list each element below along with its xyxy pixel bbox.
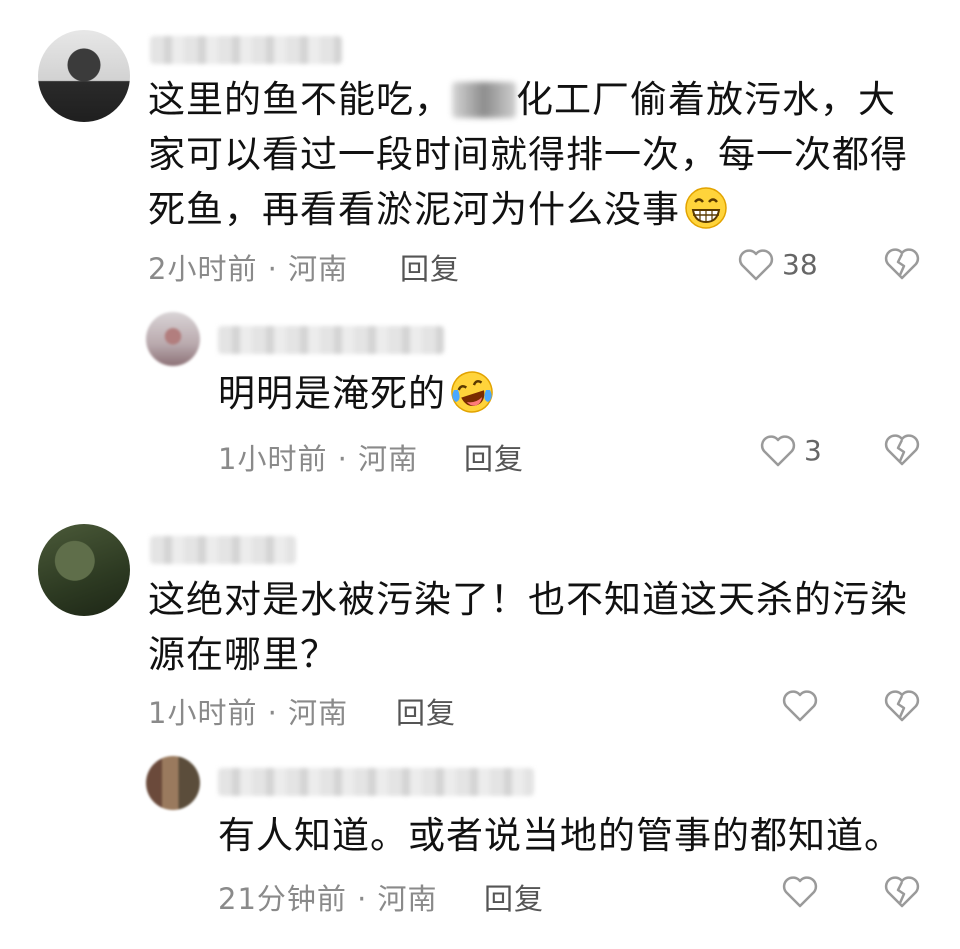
comment-2: 这绝对是水被污染了！也不知道这天杀的污染 源在哪里？ 1小时前 · 河南 回复	[0, 510, 960, 750]
like-count: 3	[804, 434, 822, 467]
grin-emoji	[685, 187, 727, 229]
comment-time-location: 1小时前 · 河南	[148, 696, 349, 730]
username-blurred[interactable]	[150, 536, 296, 564]
username-blurred[interactable]	[218, 768, 534, 796]
username-blurred[interactable]	[150, 36, 342, 64]
comment-text: 这里的鱼不能吃， 化工厂偷着放污水，大 家可以看过一段时间就得排一次，每一次都得 …	[148, 78, 908, 231]
like-button[interactable]: 38	[738, 248, 818, 281]
like-button[interactable]	[782, 876, 818, 908]
avatar[interactable]	[38, 524, 130, 616]
comment-1: 这里的鱼不能吃， 化工厂偷着放污水，大 家可以看过一段时间就得排一次，每一次都得 …	[0, 0, 960, 300]
comment-text: 这绝对是水被污染了！也不知道这天杀的污染 源在哪里？	[148, 578, 908, 676]
comment-time-location: 1小时前 · 河南	[218, 442, 419, 476]
like-button[interactable]: 3	[760, 434, 822, 467]
comment-text: 明明是淹死的	[218, 366, 918, 421]
comment-text: 有人知道。或者说当地的管事的都知道。	[218, 814, 902, 857]
broken-heart-icon[interactable]	[884, 690, 920, 722]
comment-time-location: 21分钟前 · 河南	[218, 882, 438, 916]
reply-comment-1: 明明是淹死的 1小时前 · 河南 回复 3	[0, 300, 960, 500]
heart-outline-icon	[782, 876, 818, 908]
avatar[interactable]	[146, 756, 200, 810]
like-count: 38	[782, 248, 818, 281]
broken-heart-icon[interactable]	[884, 248, 920, 280]
reply-button[interactable]: 回复	[464, 436, 524, 478]
like-button[interactable]	[782, 690, 818, 722]
comment-time-location: 2小时前 · 河南	[148, 252, 349, 286]
redacted-word	[452, 82, 516, 118]
avatar[interactable]	[38, 30, 130, 122]
broken-heart-icon[interactable]	[884, 876, 920, 908]
broken-heart-icon[interactable]	[884, 434, 920, 466]
reply-button[interactable]: 回复	[396, 690, 456, 732]
heart-outline-icon	[760, 434, 796, 466]
reply-button[interactable]: 回复	[400, 246, 460, 288]
laugh-cry-emoji	[451, 371, 493, 413]
avatar[interactable]	[146, 312, 200, 366]
heart-outline-icon	[738, 248, 774, 280]
reply-button[interactable]: 回复	[484, 876, 544, 918]
username-blurred[interactable]	[218, 326, 444, 354]
reply-comment-2: 有人知道。或者说当地的管事的都知道。 21分钟前 · 河南 回复	[0, 752, 960, 949]
heart-outline-icon	[782, 690, 818, 722]
